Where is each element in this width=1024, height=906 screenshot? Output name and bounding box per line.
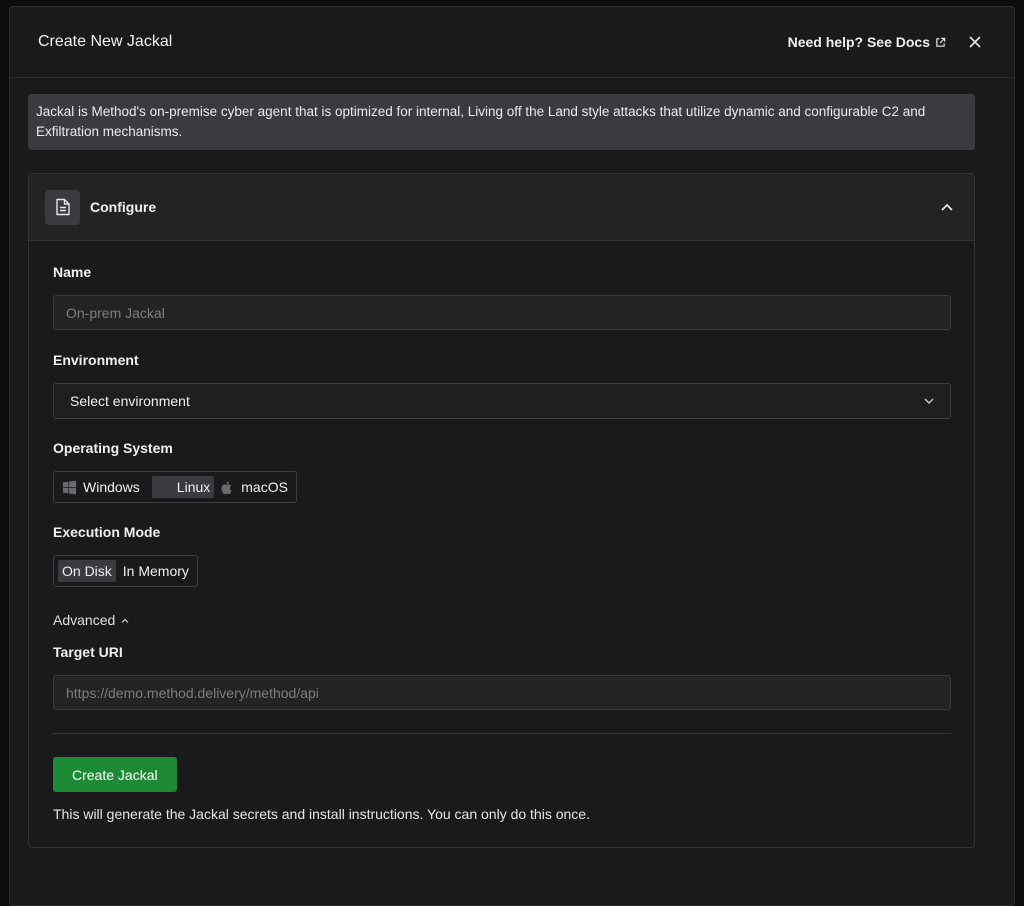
close-icon <box>969 36 981 48</box>
os-option-macos-label: macOS <box>241 479 288 495</box>
configure-card: Configure Name Environment Select enviro… <box>28 173 975 848</box>
windows-icon <box>62 480 77 494</box>
execution-mode-on-disk[interactable]: On Disk <box>58 560 116 582</box>
chevron-up-small-icon <box>121 618 129 623</box>
advanced-label: Advanced <box>53 612 116 628</box>
chevron-down-icon <box>924 398 934 404</box>
docs-link[interactable]: Need help? See Docs <box>788 34 946 50</box>
os-option-linux-label: Linux <box>176 479 211 495</box>
environment-select[interactable]: Select environment <box>53 383 951 419</box>
collapse-button[interactable] <box>936 196 958 218</box>
execution-mode-in-memory-label: In Memory <box>122 563 189 579</box>
os-label: Operating System <box>53 440 173 456</box>
chevron-up-icon <box>941 203 953 211</box>
target-uri-input[interactable] <box>53 675 951 710</box>
environment-selected-value: Select environment <box>70 393 190 409</box>
modal-title: Create New Jackal <box>38 33 173 50</box>
create-jackal-button[interactable]: Create Jackal <box>53 757 177 792</box>
configure-title: Configure <box>90 199 157 215</box>
os-option-windows[interactable]: Windows <box>58 476 144 498</box>
docs-link-label: Need help? See Docs <box>787 34 930 50</box>
execution-mode-label: Execution Mode <box>53 524 161 540</box>
divider <box>53 733 951 734</box>
header-actions: Need help? See Docs <box>788 31 986 53</box>
environment-label: Environment <box>53 352 139 368</box>
configure-card-header[interactable]: Configure <box>29 174 974 241</box>
execution-mode-selector: On Disk In Memory <box>53 555 198 587</box>
footnote: This will generate the Jackal secrets an… <box>53 806 590 822</box>
execution-mode-on-disk-label: On Disk <box>62 563 112 579</box>
os-option-linux[interactable]: Linux <box>151 476 215 498</box>
name-input[interactable] <box>53 295 951 330</box>
card-header-left: Configure <box>45 189 157 225</box>
target-uri-label: Target URI <box>53 644 123 660</box>
apple-icon <box>221 480 232 494</box>
info-banner: Jackal is Method's on-premise cyber agen… <box>28 94 975 150</box>
modal-header: Create New Jackal Need help? See Docs <box>10 7 1014 78</box>
advanced-toggle[interactable]: Advanced <box>53 612 129 628</box>
os-option-macos[interactable]: macOS <box>216 476 292 498</box>
close-button[interactable] <box>964 31 986 53</box>
external-link-icon <box>936 37 946 47</box>
linux-icon <box>159 481 168 493</box>
document-icon-box <box>45 189 80 225</box>
os-selector: Windows Linux macOS <box>53 471 297 503</box>
execution-mode-in-memory[interactable]: In Memory <box>119 560 193 582</box>
name-label: Name <box>53 264 92 280</box>
os-option-windows-label: Windows <box>83 479 140 495</box>
document-icon <box>55 198 70 216</box>
